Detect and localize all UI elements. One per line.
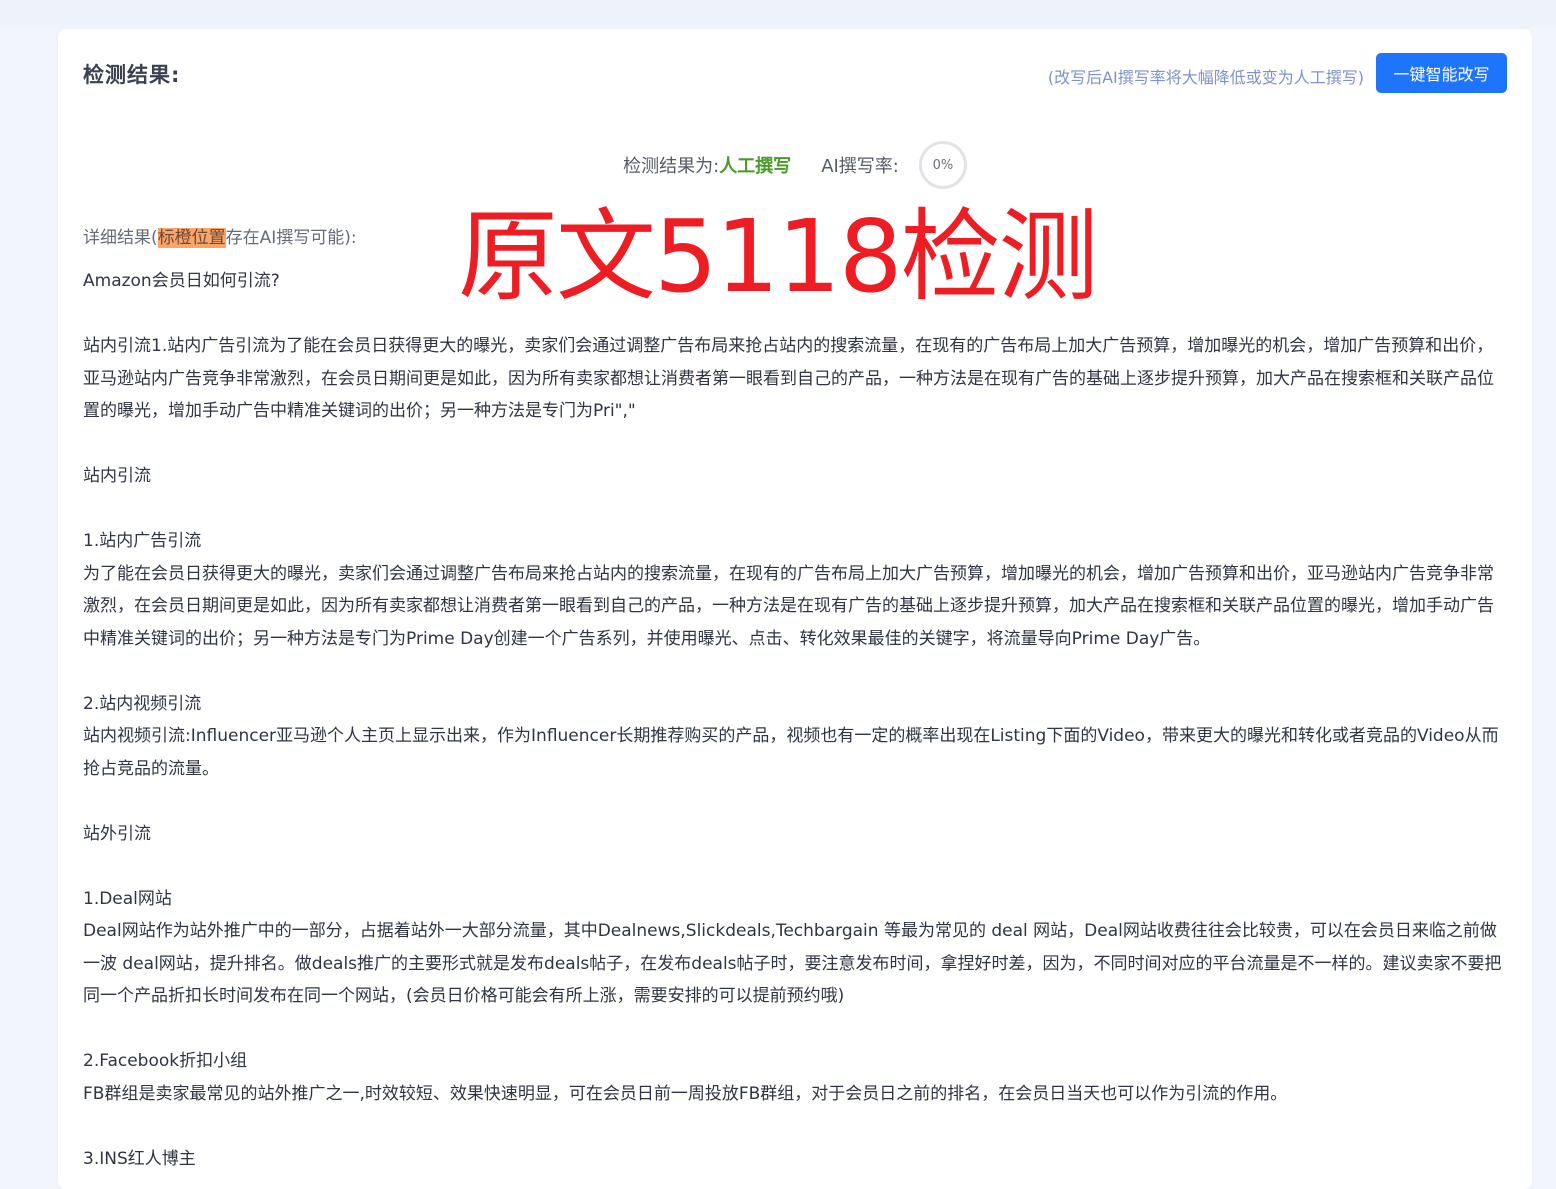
top-background-strip [0,0,1556,28]
ai-rate-label: AI撰写率: [821,156,899,177]
article-title: Amazon会员日如何引流? [83,271,280,291]
detail-highlight-legend: 标橙位置 [157,228,226,248]
ai-rate-value: 0% [932,157,954,173]
article-content: Amazon会员日如何引流? 站内引流1.站内广告引流为了能在会员日获得更大的曝… [83,265,1507,1175]
smart-rewrite-button[interactable]: 一键智能改写 [1376,53,1507,93]
detail-prefix: 详细结果( [83,228,158,248]
rewrite-hint: (改写后AI撰写率将大幅降低或变为人工撰写) [1047,68,1364,87]
subheading: 3.INS红人博主 [83,1148,196,1169]
result-card: 检测结果: (改写后AI撰写率将大幅降低或变为人工撰写) 一键智能改写 检测结果… [58,29,1532,1189]
subheading: 2.Facebook折扣小组 [83,1051,248,1071]
section-heading: 站外引流 [83,823,151,844]
section-heading: 站内引流 [83,466,151,486]
paragraph: 站内引流1.站内广告引流为了能在会员日获得更大的曝光，卖家们会通过调整广告布局来… [83,336,1494,421]
paragraph: Deal网站作为站外推广中的一部分，占据着站外一大部分流量，其中Dealnews… [83,921,1502,1006]
paragraph: 站内视频引流:Influencer亚马逊个人主页上显示出来，作为Influenc… [83,726,1499,779]
result-label: 检测结果为: [623,156,720,177]
page-title: 检测结果: [83,63,181,87]
result-value: 人工撰写 [719,156,792,177]
paragraph: 为了能在会员日获得更大的曝光，卖家们会通过调整广告布局来抢占站内的搜索流量，在现… [83,563,1494,649]
subheading: 1.站内广告引流 [83,531,202,551]
detection-summary: 检测结果为: 人工撰写 AI撰写率: 0% [58,141,1532,189]
subheading: 2.站内视频引流 [83,693,202,714]
subheading: 1.Deal网站 [83,888,172,909]
ai-rate-ring: 0% [918,141,967,189]
detail-label: 详细结果(标橙位置存在AI撰写可能): [83,223,357,248]
detail-suffix: 存在AI撰写可能): [225,228,357,248]
paragraph: FB群组是卖家最常见的站外推广之一,时效较短、效果快速明显，可在会员日前一周投放… [83,1083,1288,1104]
